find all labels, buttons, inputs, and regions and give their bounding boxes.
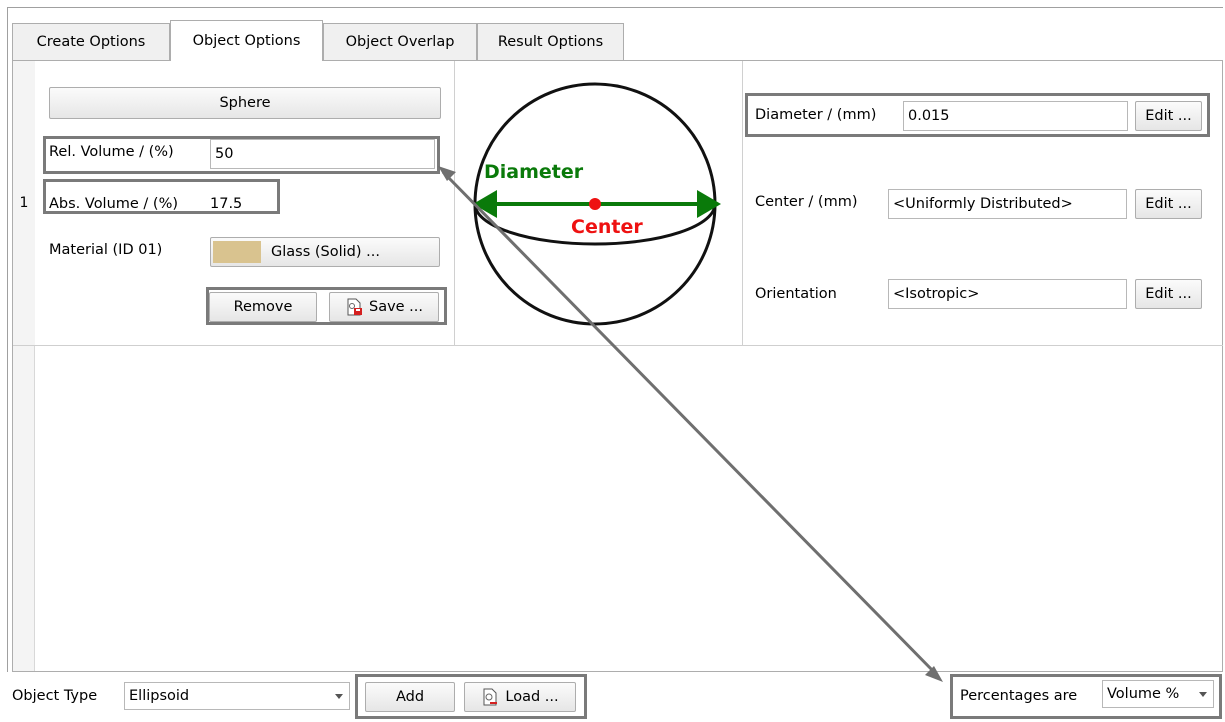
percentages-highlight [950,674,1222,719]
sphere-button[interactable]: Sphere [49,87,441,119]
sphere-diagram: Diameter Center [473,82,721,326]
material-color-swatch [213,241,261,263]
bottom-toolbar: Object Type Ellipsoid Add Load ... Perce… [7,672,1223,719]
diameter-highlight [745,93,1210,137]
object-type-select[interactable]: Ellipsoid [124,682,350,710]
center-label: Center / (mm) [755,194,858,210]
object-options-panel: 1 Sphere Rel. Volume / (%) 50 Abs. Volum… [12,60,1223,672]
add-load-highlight [355,674,587,719]
tab-bar: Create Options Object Options Object Ove… [12,20,624,61]
tab-result-options[interactable]: Result Options [477,23,624,60]
material-label: Material (ID 01) [49,242,163,258]
object-type-value: Ellipsoid [129,688,190,704]
diameter-diagram-label: Diameter [484,161,584,183]
material-button-label: Glass (Solid) ... [271,244,380,260]
orientation-field[interactable]: <Isotropic> [888,279,1127,309]
tab-object-overlap[interactable]: Object Overlap [323,23,477,60]
center-field[interactable]: <Uniformly Distributed> [888,189,1127,219]
object-type-label: Object Type [12,688,98,704]
center-dot [589,198,601,210]
diameter-arrow-right [697,190,721,218]
center-edit-button[interactable]: Edit ... [1135,189,1202,219]
remove-save-highlight [206,287,447,325]
tab-create-options[interactable]: Create Options [12,23,170,60]
material-button[interactable]: Glass (Solid) ... [210,237,440,267]
tab-object-options[interactable]: Object Options [170,20,323,61]
row-number[interactable]: 1 [13,61,35,346]
sphere-diagram-cell: Diameter Center [455,61,743,346]
orientation-edit-button[interactable]: Edit ... [1135,279,1202,309]
chevron-down-icon [335,694,343,699]
center-diagram-label: Center [571,216,643,238]
abs-volume-highlight [43,179,280,214]
rel-volume-highlight [43,136,440,174]
orientation-label: Orientation [755,286,837,302]
